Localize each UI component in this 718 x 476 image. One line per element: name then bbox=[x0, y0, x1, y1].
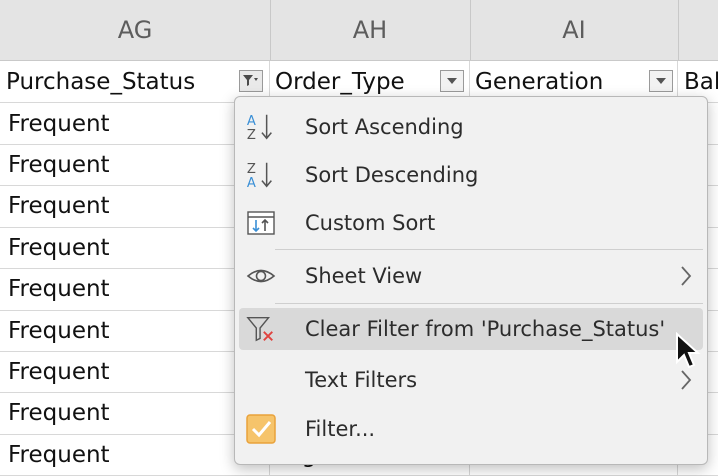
cell-text: Frequent bbox=[8, 358, 110, 385]
mouse-pointer-icon bbox=[675, 331, 701, 374]
menu-item-text-filters[interactable]: Text Filters bbox=[239, 359, 703, 401]
column-label: AH bbox=[352, 16, 388, 44]
filter-dropdown-purchase-status[interactable] bbox=[239, 70, 263, 92]
filter-dropdown-order-type[interactable] bbox=[440, 70, 464, 92]
svg-text:A: A bbox=[247, 114, 256, 129]
custom-sort-icon bbox=[245, 208, 277, 238]
dropdown-arrow-icon bbox=[656, 78, 666, 84]
cell-purchase-status[interactable]: Frequent bbox=[0, 310, 270, 351]
sort-za-icon: Z A bbox=[245, 160, 277, 191]
cell-purchase-status[interactable]: Frequent bbox=[0, 434, 270, 476]
menu-divider bbox=[275, 303, 703, 304]
filter-active-icon bbox=[243, 75, 258, 86]
cell-text: Frequent bbox=[8, 400, 110, 427]
menu-item-label: Clear Filter from 'Purchase_Status' bbox=[305, 317, 666, 341]
menu-item-sort-descending[interactable]: Z A Sort Descending bbox=[239, 154, 703, 196]
cell-text: Bal bbox=[684, 68, 718, 95]
menu-divider bbox=[275, 249, 703, 250]
cell-text: Frequent bbox=[8, 193, 110, 220]
menu-item-label: Sort Ascending bbox=[305, 115, 464, 139]
svg-text:Z: Z bbox=[247, 162, 256, 177]
cell-text: Purchase_Status bbox=[6, 68, 196, 95]
menu-item-label: Custom Sort bbox=[305, 211, 436, 235]
sort-az-icon: A Z bbox=[245, 112, 277, 143]
column-header-ai[interactable]: AI bbox=[470, 0, 679, 60]
menu-item-sheet-view[interactable]: Sheet View bbox=[239, 255, 703, 297]
eye-icon bbox=[245, 261, 277, 291]
menu-item-label: Text Filters bbox=[305, 368, 418, 392]
cell-purchase-status[interactable]: Frequent bbox=[0, 392, 270, 434]
checkbox-checked-icon bbox=[245, 414, 277, 444]
clear-filter-icon bbox=[245, 314, 277, 344]
cell-text: Order_Type bbox=[275, 68, 405, 95]
cell-text: Generation bbox=[475, 68, 604, 95]
menu-item-label: Sort Descending bbox=[305, 163, 479, 187]
spreadsheet-grid: AG AH AI Purchase_Status Order_Type Gene… bbox=[0, 0, 718, 476]
column-header-ag[interactable]: AG bbox=[0, 0, 271, 60]
cell-text: Frequent bbox=[8, 441, 110, 468]
svg-text:Z: Z bbox=[247, 128, 256, 143]
column-headers: AG AH AI bbox=[0, 0, 718, 61]
menu-item-label: Sheet View bbox=[305, 264, 423, 288]
chevron-right-icon bbox=[679, 264, 693, 293]
cell-text: Frequent bbox=[8, 276, 110, 303]
dropdown-arrow-icon bbox=[447, 78, 457, 84]
column-label: AI bbox=[562, 16, 586, 44]
filter-context-menu: A Z Sort Ascending Z A Sort Descending C… bbox=[234, 96, 708, 465]
svg-text:A: A bbox=[247, 176, 256, 191]
cell-text: Frequent bbox=[8, 151, 110, 178]
cell-purchase-status[interactable]: Frequent bbox=[0, 268, 270, 310]
cell-purchase-status[interactable]: Frequent bbox=[0, 185, 270, 227]
menu-item-filter[interactable]: Filter... bbox=[239, 408, 703, 450]
cell-text: Frequent bbox=[8, 317, 110, 344]
cell-purchase-status[interactable]: Frequent bbox=[0, 144, 270, 186]
column-header-ah[interactable]: AH bbox=[270, 0, 471, 60]
cell-text: Frequent bbox=[8, 234, 110, 261]
cell-purchase-status[interactable]: Purchase_Status bbox=[0, 61, 270, 102]
menu-item-custom-sort[interactable]: Custom Sort bbox=[239, 202, 703, 244]
cell-text: Frequent bbox=[8, 110, 110, 137]
cell-purchase-status[interactable]: Frequent bbox=[0, 227, 270, 269]
filter-dropdown-generation[interactable] bbox=[649, 70, 673, 92]
menu-item-label: Filter... bbox=[305, 417, 376, 441]
menu-item-sort-ascending[interactable]: A Z Sort Ascending bbox=[239, 106, 703, 148]
cell-purchase-status[interactable]: Frequent bbox=[0, 103, 270, 144]
column-label: AG bbox=[117, 16, 153, 44]
cell-purchase-status[interactable]: Frequent bbox=[0, 351, 270, 393]
menu-item-clear-filter[interactable]: Clear Filter from 'Purchase_Status' bbox=[239, 308, 703, 350]
column-header-next[interactable] bbox=[678, 0, 718, 60]
